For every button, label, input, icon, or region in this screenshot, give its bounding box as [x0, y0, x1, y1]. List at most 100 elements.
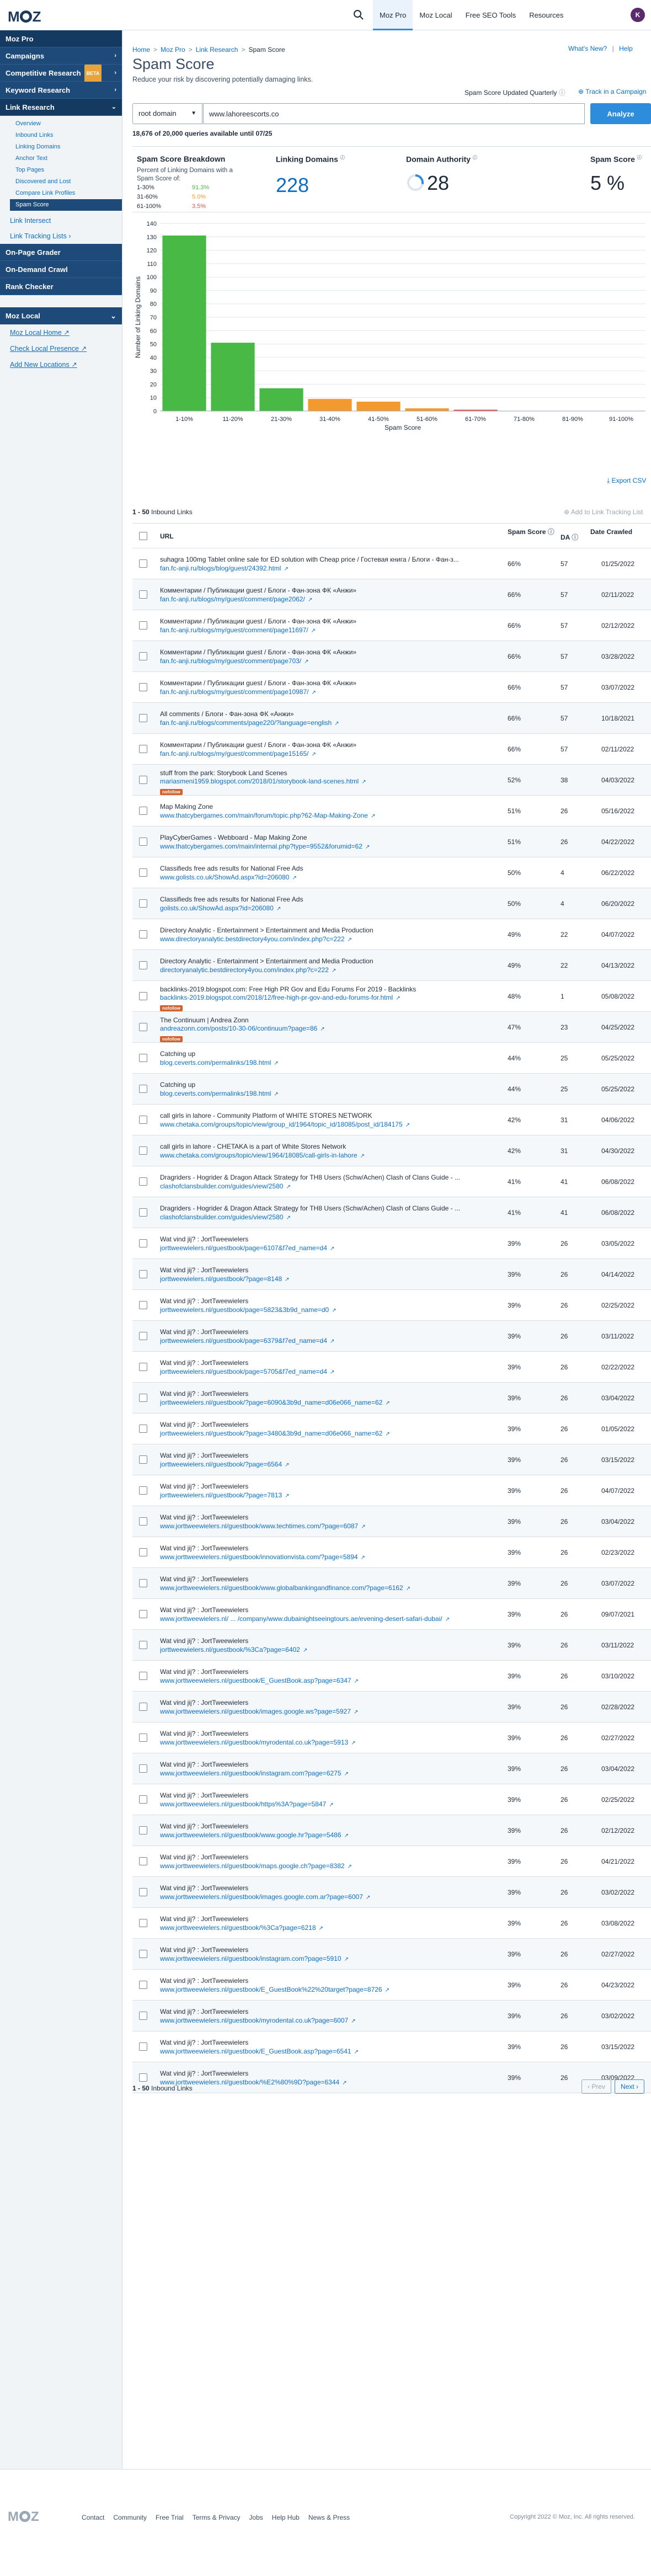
row-url-link[interactable]: jorttweewielers.nl/guestbook/page=5823&3…	[160, 1306, 502, 1314]
row-checkbox[interactable]	[139, 1610, 147, 1618]
row-checkbox[interactable]	[139, 621, 147, 630]
row-url-link[interactable]: www.jorttweewielers.nl/guestbook/images.…	[160, 1708, 502, 1715]
row-url-link[interactable]: www.jorttweewielers.nl/guestbook/images.…	[160, 1893, 502, 1901]
row-checkbox[interactable]	[139, 1239, 147, 1247]
row-url-link[interactable]: www.jorttweewielers.nl/guestbook/maps.go…	[160, 1862, 502, 1870]
row-checkbox[interactable]	[139, 1764, 147, 1773]
sidebar-header-moz-pro[interactable]: Moz Pro	[0, 30, 122, 47]
sidebar-item-rank-checker[interactable]: Rank Checker	[0, 278, 122, 295]
row-checkbox[interactable]	[139, 2012, 147, 2020]
row-checkbox[interactable]	[139, 1177, 147, 1186]
row-checkbox[interactable]	[139, 1981, 147, 1989]
row-url-link[interactable]: golists.co.uk/ShowAd.aspx?id=206080 ↗	[160, 904, 502, 912]
row-checkbox[interactable]	[139, 992, 147, 1000]
row-url-link[interactable]: www.jorttweewielers.nl/ ... /company/www…	[160, 1615, 502, 1623]
sidebar-sub-spam-score[interactable]: Spam Score	[10, 199, 122, 211]
row-url-link[interactable]: fan.fc-anji.ru/blogs/blog/guest/24392.ht…	[160, 564, 502, 572]
sidebar-item-competitive-research[interactable]: Competitive Research BETA ›	[0, 65, 122, 83]
row-checkbox[interactable]	[139, 1672, 147, 1680]
row-url-link[interactable]: jorttweewielers.nl/guestbook/?page=6090&…	[160, 1399, 502, 1406]
row-url-link[interactable]: fan.fc-anji.ru/blogs/my/guest/comment/pa…	[160, 626, 502, 634]
row-checkbox[interactable]	[139, 1579, 147, 1587]
row-checkbox[interactable]	[139, 1146, 147, 1155]
row-url-link[interactable]: andreazonn.com/posts/10-30-06/continuum?…	[160, 1025, 502, 1032]
sidebar-local-check-presence[interactable]: Check Local Presence ↗	[0, 340, 122, 356]
nav-free-seo-tools[interactable]: Free SEO Tools	[459, 0, 523, 30]
row-checkbox[interactable]	[139, 1425, 147, 1433]
row-checkbox[interactable]	[139, 590, 147, 599]
row-url-link[interactable]: mariasmeni1959.blogspot.com/2018/01/stor…	[160, 777, 502, 785]
row-url-link[interactable]: www.jorttweewielers.nl/guestbook/www.tec…	[160, 1522, 502, 1530]
row-checkbox[interactable]	[139, 1888, 147, 1896]
help-link[interactable]: Help	[619, 45, 633, 52]
col-date-crawled[interactable]: Date Crawled	[590, 528, 634, 536]
nav-resources[interactable]: Resources	[522, 0, 570, 30]
row-checkbox[interactable]	[139, 1826, 147, 1834]
col-spam-score[interactable]: Spam Score ⓘ	[508, 528, 554, 536]
sidebar-sub-discovered-lost[interactable]: Discovered and Lost	[0, 176, 122, 188]
breadcrumb-link-research[interactable]: Link Research	[196, 46, 238, 54]
row-checkbox[interactable]	[139, 714, 147, 722]
sidebar-link-intersect[interactable]: Link Intersect	[0, 213, 122, 228]
row-checkbox[interactable]	[139, 807, 147, 815]
row-url-link[interactable]: www.jorttweewielers.nl/guestbook/innovat…	[160, 1553, 502, 1561]
row-checkbox[interactable]	[139, 1641, 147, 1649]
row-url-link[interactable]: www.jorttweewielers.nl/guestbook/myroden…	[160, 1738, 502, 1746]
footer-link-jobs[interactable]: Jobs	[249, 2514, 263, 2521]
row-checkbox[interactable]	[139, 683, 147, 691]
row-url-link[interactable]: clashofclansbuilder.com/guides/view/2580…	[160, 1213, 502, 1221]
row-url-link[interactable]: jorttweewielers.nl/guestbook/%3Ca?page=6…	[160, 1646, 502, 1654]
row-checkbox[interactable]	[139, 1548, 147, 1556]
row-checkbox[interactable]	[139, 1054, 147, 1062]
search-icon[interactable]	[353, 9, 364, 20]
row-url-link[interactable]: jorttweewielers.nl/guestbook/?page=6564 ↗	[160, 1460, 502, 1468]
row-checkbox[interactable]	[139, 1857, 147, 1865]
row-url-link[interactable]: fan.fc-anji.ru/blogs/my/guest/comment/pa…	[160, 750, 502, 758]
row-checkbox[interactable]	[139, 776, 147, 784]
linking-domains-value[interactable]: 228	[276, 174, 345, 197]
row-url-link[interactable]: www.golists.co.uk/ShowAd.aspx?id=206080 ↗	[160, 873, 502, 881]
row-url-link[interactable]: directoryanalytic.bestdirectory4you.com/…	[160, 966, 502, 974]
sidebar-header-moz-local[interactable]: Moz Local ⌄	[0, 307, 122, 324]
url-input[interactable]	[203, 103, 585, 124]
row-url-link[interactable]: fan.fc-anji.ru/blogs/my/guest/comment/pa…	[160, 595, 502, 603]
footer-link-community[interactable]: Community	[113, 2514, 147, 2521]
row-checkbox[interactable]	[139, 1394, 147, 1402]
sidebar-sub-inbound-links[interactable]: Inbound Links	[0, 130, 122, 141]
row-checkbox[interactable]	[139, 1332, 147, 1340]
row-url-link[interactable]: www.jorttweewielers.nl/guestbook/myroden…	[160, 2017, 502, 2024]
footer-logo[interactable]: MZ	[8, 2509, 39, 2525]
sidebar-item-campaigns[interactable]: Campaigns ›	[0, 47, 122, 65]
row-checkbox[interactable]	[139, 1085, 147, 1093]
whats-new-link[interactable]: What's New?	[568, 45, 607, 52]
row-url-link[interactable]: blog.ceverts.com/permalinks/198.html ↗	[160, 1090, 502, 1097]
row-url-link[interactable]: fan.fc-anji.ru/blogs/comments/page220/?l…	[160, 719, 502, 727]
row-url-link[interactable]: clashofclansbuilder.com/guides/view/2580…	[160, 1182, 502, 1190]
row-url-link[interactable]: www.jorttweewielers.nl/guestbook/E_Guest…	[160, 1986, 502, 1993]
sidebar-item-keyword-research[interactable]: Keyword Research ›	[0, 82, 122, 99]
row-checkbox[interactable]	[139, 1208, 147, 1217]
add-to-tracking-list-link[interactable]: ⊕ Add to Link Tracking List	[564, 508, 643, 516]
row-checkbox[interactable]	[139, 838, 147, 846]
row-checkbox[interactable]	[139, 1116, 147, 1124]
sidebar-sub-compare-link-profiles[interactable]: Compare Link Profiles	[0, 188, 122, 199]
row-checkbox[interactable]	[139, 1703, 147, 1711]
row-url-link[interactable]: www.jorttweewielers.nl/guestbook/instagr…	[160, 1955, 502, 1962]
row-url-link[interactable]: www.jorttweewielers.nl/guestbook/E_Guest…	[160, 2047, 502, 2055]
row-checkbox[interactable]	[139, 1950, 147, 1958]
row-url-link[interactable]: www.jorttweewielers.nl/guestbook/www.goo…	[160, 1831, 502, 1839]
row-url-link[interactable]: www.jorttweewielers.nl/guestbook/https%3…	[160, 1800, 502, 1808]
footer-link-help-hub[interactable]: Help Hub	[272, 2514, 300, 2521]
root-domain-select[interactable]: root domain ▼	[132, 103, 202, 124]
nav-moz-local[interactable]: Moz Local	[413, 0, 458, 30]
row-checkbox[interactable]	[139, 1734, 147, 1742]
row-checkbox[interactable]	[139, 1795, 147, 1804]
row-url-link[interactable]: fan.fc-anji.ru/blogs/my/guest/comment/pa…	[160, 688, 502, 696]
track-in-campaign-link[interactable]: ⊕ Track in a Campaign	[578, 88, 646, 95]
row-checkbox[interactable]	[139, 1270, 147, 1278]
row-url-link[interactable]: jorttweewielers.nl/guestbook/?page=8148 ↗	[160, 1275, 502, 1283]
row-checkbox[interactable]	[139, 1486, 147, 1495]
row-url-link[interactable]: www.thatcybergames.com/main/internal.php…	[160, 842, 502, 850]
breadcrumb-moz-pro[interactable]: Moz Pro	[161, 46, 185, 54]
col-da[interactable]: DA ⓘ	[561, 532, 578, 542]
